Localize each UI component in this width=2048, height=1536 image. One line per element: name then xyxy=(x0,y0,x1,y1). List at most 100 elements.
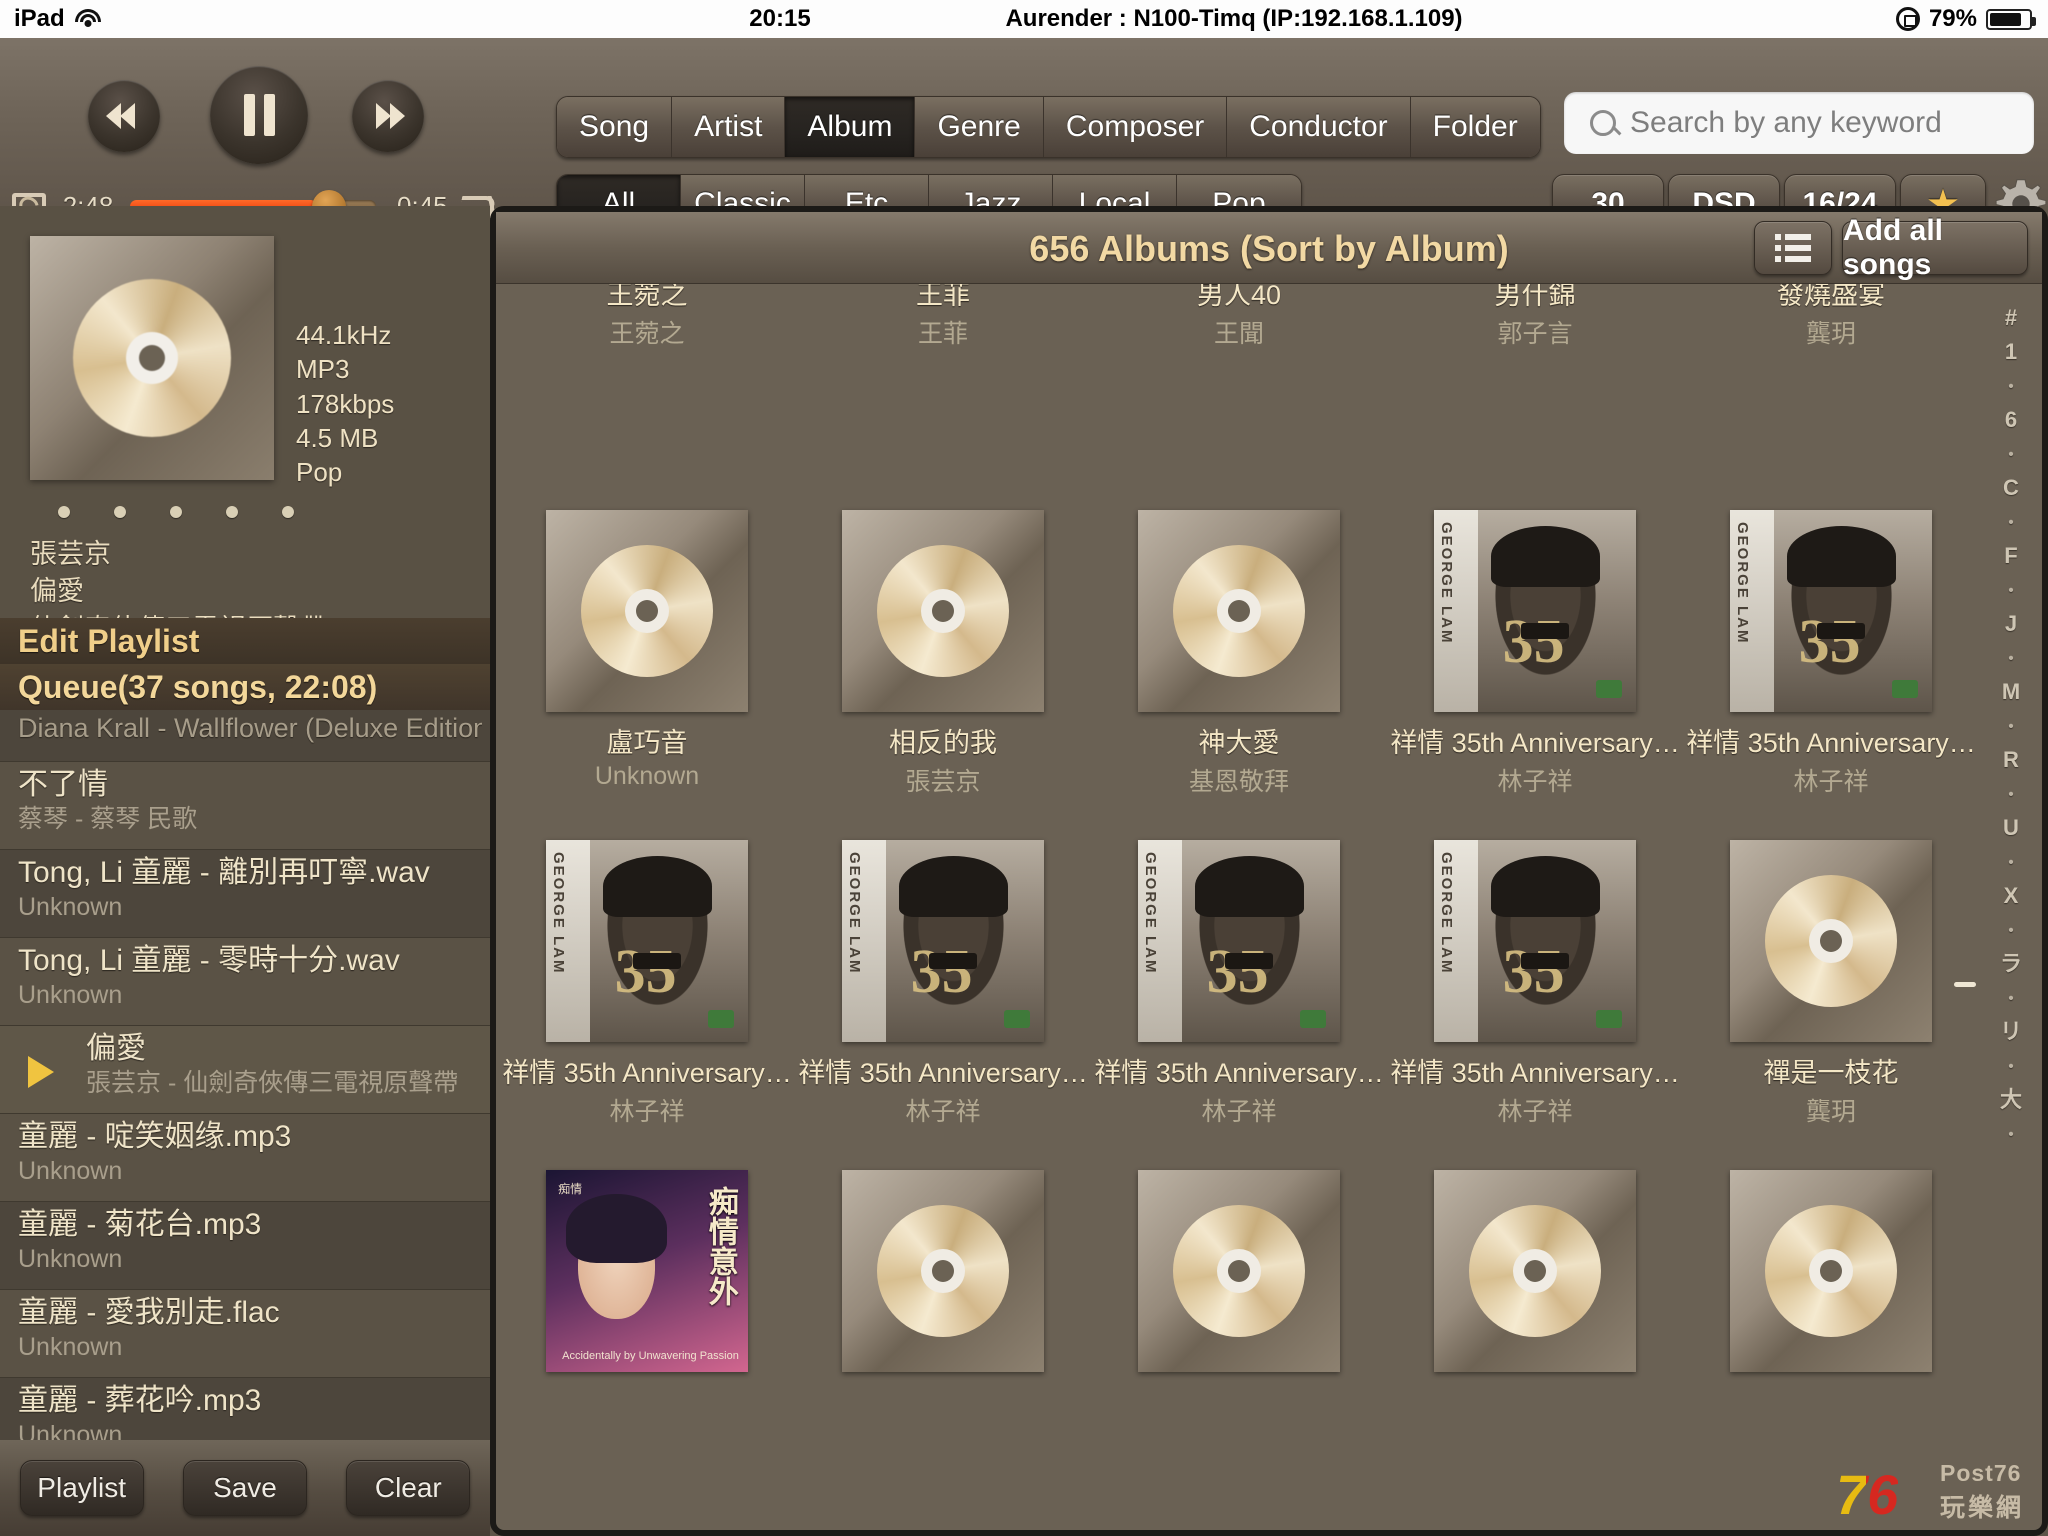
play-pause-button[interactable] xyxy=(210,66,308,164)
cd-disc-icon xyxy=(842,510,1044,712)
battery-percent-label: 79% xyxy=(1928,5,1977,32)
playlist-row[interactable]: Tong, Li 童麗 - 離別再叮寧.wav Unknown xyxy=(0,850,490,938)
album-cell[interactable]: GEORGE LAM 35 祥情 35th Anniversary… 林子祥 xyxy=(1094,840,1384,1128)
playlist-row[interactable]: Tong, Li 童麗 - 零時十分.wav Unknown xyxy=(0,938,490,1026)
list-view-button[interactable] xyxy=(1754,221,1832,275)
alphabet-index-item[interactable]: R xyxy=(2003,744,2019,776)
alphabet-index-item[interactable]: • xyxy=(2008,370,2013,402)
playlist-row[interactable]: 童麗 - 葬花吟.mp3 Unknown xyxy=(0,1378,490,1440)
album-cell[interactable]: 神大愛 基恩敬拜 xyxy=(1094,510,1384,798)
playlist-row[interactable]: 童麗 - 愛我別走.flac Unknown xyxy=(0,1290,490,1378)
album-cell[interactable]: GEORGE LAM 35 祥情 35th Anniversary… 林子祥 xyxy=(1390,840,1680,1128)
playlist-row[interactable]: 童麗 - 啶笑姻缘.mp3 Unknown xyxy=(0,1114,490,1202)
alphabet-index-item[interactable]: 1 xyxy=(2005,336,2017,368)
tab-folder[interactable]: Folder xyxy=(1410,97,1540,157)
alphabet-index-item[interactable]: # xyxy=(2005,302,2017,334)
status-right: 79% xyxy=(1895,5,2036,33)
previous-track-button[interactable] xyxy=(88,80,160,152)
tab-genre[interactable]: Genre xyxy=(915,97,1044,157)
album-cell[interactable]: 王菀之 王菀之 xyxy=(502,284,792,350)
album-artist: 王菀之 xyxy=(609,320,685,348)
alphabet-index-item[interactable]: X xyxy=(2004,880,2019,912)
album-grid[interactable]: 王菀之王菀之王菲王菲男人40王聞盧冠廷男什錦郭子言發燒盛宴龔玥盧巧音Unknow… xyxy=(496,284,1980,1530)
album-cell[interactable]: 禪是一枝花 龔玥 xyxy=(1686,840,1976,1128)
cd-disc-icon xyxy=(1138,1170,1340,1372)
rating-dots[interactable] xyxy=(58,506,294,518)
next-track-icon xyxy=(368,103,408,129)
playlist-button[interactable]: Playlist xyxy=(19,1460,144,1516)
edit-playlist-button[interactable]: Edit Playlist xyxy=(0,618,490,664)
playlist-row[interactable]: 不了情 蔡琴 - 蔡琴 民歌 xyxy=(0,762,490,850)
now-playing-album-art[interactable] xyxy=(30,236,274,480)
now-playing-arrow-icon xyxy=(28,1056,54,1088)
alphabet-index-scrollbar[interactable]: #1 • 6 • C • F • J • M • R • U • X • ラ • リ • 大 • xyxy=(1980,284,2042,1530)
bitrate-label: 178kbps xyxy=(296,388,395,419)
alphabet-index-item[interactable]: ラ xyxy=(2000,948,2022,980)
album-cell[interactable]: 相反的我 張芸京 xyxy=(798,510,1088,798)
save-button[interactable]: Save xyxy=(182,1460,307,1516)
tab-album[interactable]: Album xyxy=(785,97,916,157)
album-title: 盧巧音 xyxy=(606,728,688,758)
alphabet-index-item[interactable]: • xyxy=(2008,574,2013,606)
cd-disc-icon xyxy=(1138,510,1340,712)
playlist-row-subtitle: Unknown xyxy=(18,1420,123,1441)
tab-composer[interactable]: Composer xyxy=(1043,97,1228,157)
alphabet-index-item[interactable]: • xyxy=(2008,642,2013,674)
alphabet-index-item[interactable]: • xyxy=(2008,982,2013,1014)
album-cell[interactable] xyxy=(1390,1170,1680,1372)
alphabet-index-item[interactable]: C xyxy=(2003,472,2019,504)
alphabet-index-item[interactable]: M xyxy=(2002,676,2020,708)
alphabet-index-item[interactable]: 6 xyxy=(2005,404,2017,436)
clear-button[interactable]: Clear xyxy=(346,1460,471,1516)
tab-conductor[interactable]: Conductor xyxy=(1227,97,1411,157)
alphabet-index-item[interactable]: • xyxy=(2008,846,2013,878)
alphabet-index-item[interactable]: • xyxy=(2008,438,2013,470)
playlist-row[interactable]: 偏愛 張芸京 - 仙劍奇俠傳三電視原聲帶 xyxy=(0,1026,490,1114)
album-cell[interactable]: 盧巧音 Unknown xyxy=(502,510,792,791)
pause-icon xyxy=(243,94,275,136)
alphabet-index-item[interactable]: • xyxy=(2008,1118,2013,1150)
alphabet-index-item[interactable]: • xyxy=(2008,778,2013,810)
alphabet-index-item[interactable]: • xyxy=(2008,1050,2013,1082)
album-title: 祥情 35th Anniversary… xyxy=(1094,1058,1384,1088)
watermark-line1: Post76 xyxy=(1940,1460,2022,1486)
alphabet-index-item[interactable]: J xyxy=(2005,608,2017,640)
album-cell[interactable] xyxy=(1686,1170,1976,1372)
alphabet-index-item[interactable]: 大 xyxy=(2000,1084,2022,1116)
album-artist: 林子祥 xyxy=(609,1098,685,1126)
album-cell[interactable]: GEORGE LAM 35 祥情 35th Anniversary… 林子祥 xyxy=(1390,510,1680,798)
playlist-row[interactable]: 童麗 - 菊花台.mp3 Unknown xyxy=(0,1202,490,1290)
next-track-button[interactable] xyxy=(352,80,424,152)
add-all-songs-button[interactable]: Add all songs xyxy=(1842,214,2028,281)
tab-song[interactable]: Song xyxy=(557,97,673,157)
tab-artist[interactable]: Artist xyxy=(672,97,786,157)
playlist-row-title: 童麗 - 愛我別走.flac xyxy=(18,1296,280,1329)
album-cell[interactable]: GEORGE LAM 35 祥情 35th Anniversary… 林子祥 xyxy=(798,840,1088,1128)
album-title: 祥情 35th Anniversary… xyxy=(1390,728,1680,758)
cd-disc-icon xyxy=(73,279,231,437)
alphabet-index-item[interactable]: F xyxy=(2004,540,2017,572)
albums-header: 656 Albums (Sort by Album) Add all songs xyxy=(496,212,2042,284)
playlist-row-subtitle: Unknown xyxy=(18,1156,123,1185)
album-cell[interactable] xyxy=(798,1170,1088,1372)
alphabet-index-item[interactable]: • xyxy=(2008,710,2013,742)
playlist-scroll-area[interactable]: Diana Krall - Wallflower (Deluxe Edition… xyxy=(0,710,490,1440)
alphabet-index-item[interactable]: U xyxy=(2003,812,2019,844)
album-cell[interactable]: 男人40 王聞 xyxy=(1094,284,1384,350)
playlist-row[interactable]: Diana Krall - Wallflower (Deluxe Edition… xyxy=(0,710,490,762)
album-cell[interactable]: 發燒盛宴 龔玥 xyxy=(1686,284,1976,350)
watermark-logo: 76 xyxy=(1836,1463,1899,1526)
alphabet-index-item[interactable]: • xyxy=(2008,506,2013,538)
alphabet-index-item[interactable]: リ xyxy=(2000,1016,2022,1048)
album-cell[interactable] xyxy=(1094,1170,1384,1372)
album-cell[interactable]: GEORGE LAM 35 祥情 35th Anniversary… 林子祥 xyxy=(1686,510,1976,798)
alphabet-index-item[interactable]: • xyxy=(2008,914,2013,946)
album-cell[interactable]: 盧冠廷男什錦郭子言 xyxy=(1390,284,1680,350)
album-cell[interactable]: 痴情 痴情意外 Accidentally by Unwavering Passion xyxy=(502,1170,792,1372)
album-cell[interactable]: GEORGE LAM 35 祥情 35th Anniversary… 林子祥 xyxy=(502,840,792,1128)
album-cell[interactable]: 王菲 王菲 xyxy=(798,284,1088,350)
now-playing-metadata: 44.1kHz MP3 178kbps 4.5 MB Pop xyxy=(296,318,394,490)
search-input[interactable]: Search by any keyword xyxy=(1564,92,2034,154)
cd-disc-icon xyxy=(1434,1170,1636,1372)
queue-header[interactable]: Queue(37 songs, 22:08) xyxy=(0,664,490,710)
